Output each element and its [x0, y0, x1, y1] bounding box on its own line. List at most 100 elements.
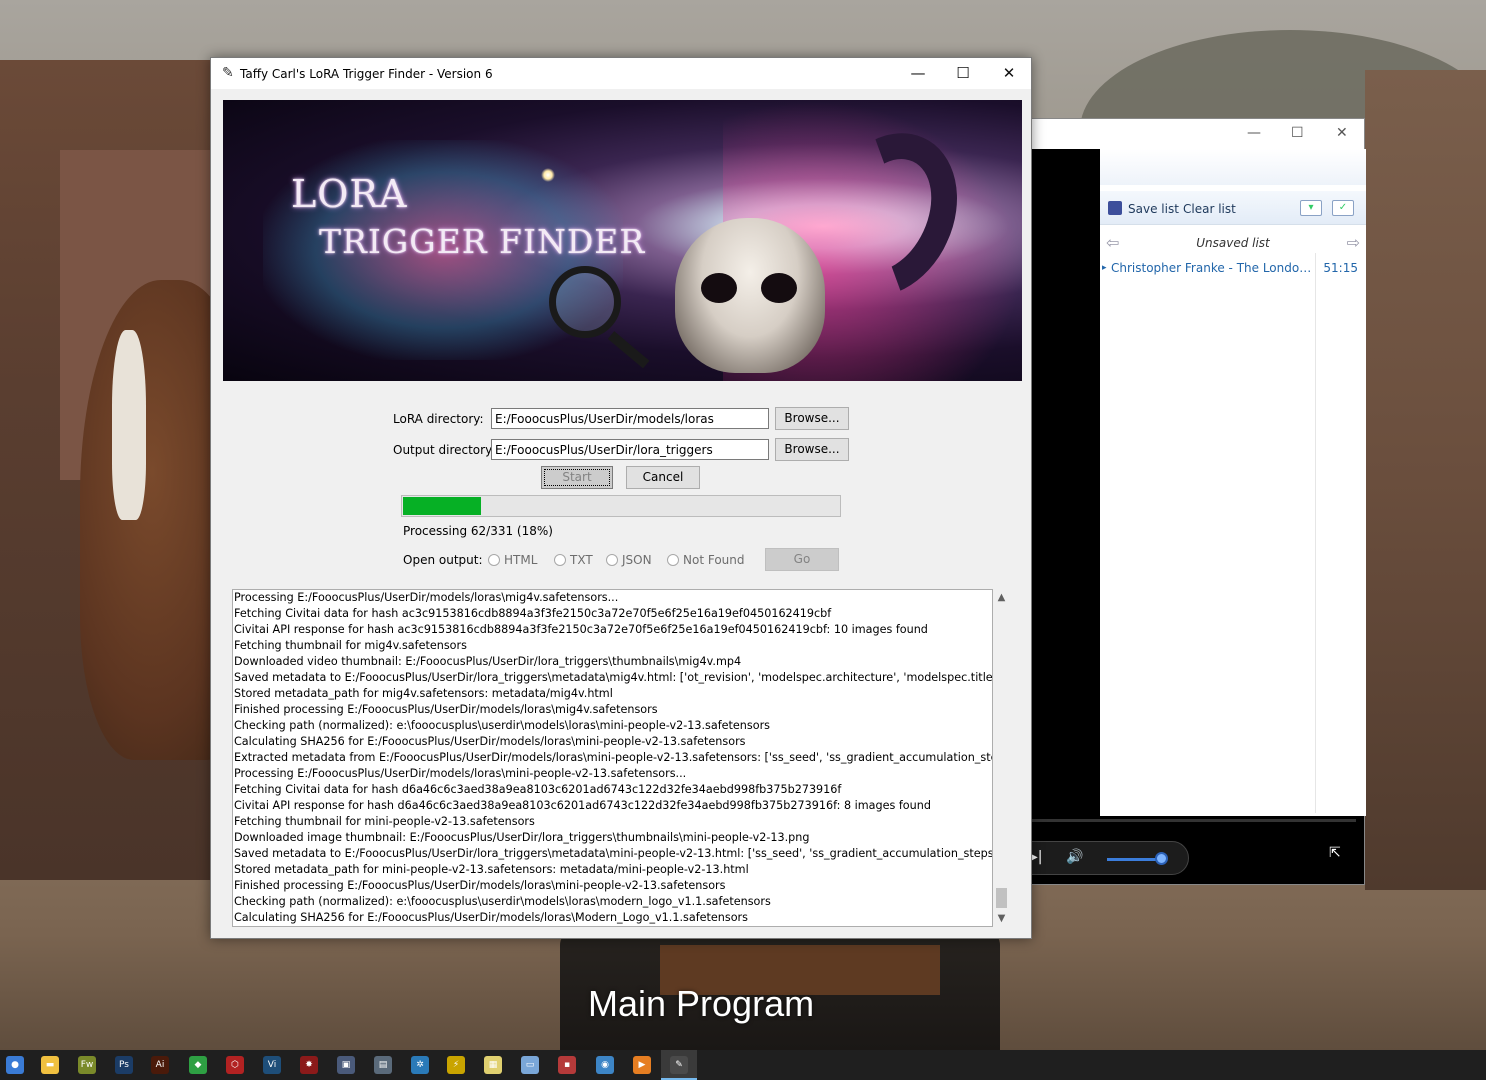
open-output-json-label: JSON: [622, 553, 652, 567]
track-duration: 51:15: [1323, 261, 1358, 275]
radio-dot-icon: [667, 554, 679, 566]
banner-logo-line1: LORA: [291, 172, 408, 216]
log-line: Downloaded image thumbnail: E:/FooocusPl…: [234, 831, 810, 844]
radio-dot-icon: [606, 554, 618, 566]
disk-icon[interactable]: ▣: [337, 1056, 355, 1074]
log-output-area[interactable]: Processing E:/FooocusPlus/UserDir/models…: [232, 589, 993, 927]
green-app-icon[interactable]: ◆: [189, 1056, 207, 1074]
output-directory-input[interactable]: [491, 439, 769, 460]
log-line: Checking path (normalized): e:\fooocuspl…: [234, 719, 770, 732]
start-button[interactable]: Start: [541, 466, 613, 489]
log-line: Processing E:/FooocusPlus/UserDir/models…: [234, 767, 687, 780]
go-button[interactable]: Go: [765, 548, 839, 571]
open-output-label: Open output:: [403, 553, 483, 567]
illustrator-icon[interactable]: Ai: [151, 1056, 169, 1074]
desktop-horse-blaze: [112, 330, 146, 520]
playlist-track-row[interactable]: ▸ Christopher Franke - The London Co... …: [1100, 261, 1366, 281]
lora-directory-browse-button[interactable]: Browse...: [775, 407, 849, 430]
player-playlist-pane: Save list Clear list ▾ ✓ ⇦ Unsaved list …: [1100, 149, 1366, 816]
log-line: Fetching Civitai data for hash ac3c91538…: [234, 607, 832, 620]
log-line: Processing E:/FooocusPlus/UserDir/models…: [234, 591, 619, 604]
lora-trigger-finder-window[interactable]: ✎ Taffy Carl's LoRA Trigger Finder - Ver…: [210, 57, 1032, 939]
output-directory-label: Output directory:: [393, 443, 496, 457]
yellow-bolt-icon[interactable]: ⚡: [447, 1056, 465, 1074]
log-line: Checking path (normalized): e:\fooocuspl…: [234, 895, 771, 908]
player-close-button[interactable]: ✕: [1336, 125, 1348, 141]
film-icon[interactable]: ▤: [374, 1056, 392, 1074]
track-name: Christopher Franke - The London Co...: [1111, 261, 1316, 275]
progress-status-text: Processing 62/331 (18%): [403, 524, 553, 538]
playlist-title: Unsaved list: [1196, 236, 1270, 250]
save-list-button[interactable]: Save list: [1128, 202, 1179, 216]
playlist-forward-icon[interactable]: ⇨: [1347, 233, 1360, 252]
open-output-html-label: HTML: [504, 553, 538, 567]
log-line: Calculating SHA256 for E:/FooocusPlus/Us…: [234, 911, 748, 924]
app-titlebar[interactable]: ✎ Taffy Carl's LoRA Trigger Finder - Ver…: [211, 58, 1031, 89]
log-scrollbar[interactable]: ▲ ▼: [993, 589, 1010, 927]
progress-bar: [401, 495, 841, 517]
playlist-column-divider: [1315, 253, 1316, 813]
player-minimize-button[interactable]: —: [1247, 125, 1261, 141]
open-output-not-found-radio[interactable]: Not Found: [667, 553, 744, 567]
cancel-button[interactable]: Cancel: [626, 466, 700, 489]
save-disk-icon[interactable]: ▪: [558, 1056, 576, 1074]
photoshop-icon[interactable]: Ps: [115, 1056, 133, 1074]
red-hex-app-icon[interactable]: ⬡: [226, 1056, 244, 1074]
playlist-toolbar: Save list Clear list ▾ ✓: [1100, 191, 1366, 225]
media-player-window[interactable]: — ☐ ✕ ⊞ Save list Clear list ▾ ✓ ⇦ Unsav…: [1020, 118, 1366, 885]
log-line: Calculating SHA256 for E:/FooocusPlus/Us…: [234, 735, 746, 748]
open-output-json-radio[interactable]: JSON: [606, 553, 652, 567]
maximize-button[interactable]: ☐: [940, 58, 986, 89]
globe-icon[interactable]: ◉: [596, 1056, 614, 1074]
lora-directory-label: LoRA directory:: [393, 412, 484, 426]
open-output-txt-radio[interactable]: TXT: [554, 553, 593, 567]
log-line: Extracted metadata from E:/FooocusPlus/U…: [234, 751, 993, 764]
log-line: Finished processing E:/FooocusPlus/UserD…: [234, 703, 658, 716]
track-expand-icon[interactable]: ▸: [1102, 263, 1107, 273]
terminal-icon[interactable]: ▭: [521, 1056, 539, 1074]
close-button[interactable]: ✕: [986, 58, 1032, 89]
log-line: Stored metadata_path for mig4v.safetenso…: [234, 687, 613, 700]
log-line: Fetching Civitai data for hash d6a46c6c3…: [234, 783, 842, 796]
visual-studio-icon[interactable]: Vi: [263, 1056, 281, 1074]
sort-options-icon[interactable]: ✓: [1332, 200, 1354, 216]
radio-dot-icon: [488, 554, 500, 566]
log-line: Downloaded video thumbnail: E:/FooocusPl…: [234, 655, 742, 668]
log-line: Stored metadata_path for mini-people-v2-…: [234, 863, 749, 876]
blue-gear-icon[interactable]: ✲: [411, 1056, 429, 1074]
list-options-icon[interactable]: ▾: [1300, 200, 1322, 216]
banner-skull: [675, 218, 825, 373]
feather-icon[interactable]: ✎: [670, 1056, 688, 1074]
open-output-html-radio[interactable]: HTML: [488, 553, 537, 567]
main-program-caption: Main Program: [588, 983, 815, 1024]
lora-directory-input[interactable]: [491, 408, 769, 429]
minimize-button[interactable]: —: [895, 58, 941, 89]
notepad-icon[interactable]: ▦: [484, 1056, 502, 1074]
log-line: Civitai API response for hash d6a46c6c3a…: [234, 799, 931, 812]
skull-eye-left: [701, 273, 737, 303]
media-player-icon[interactable]: ▶: [633, 1056, 651, 1074]
volume-slider[interactable]: [1107, 858, 1162, 861]
scroll-down-icon[interactable]: ▼: [993, 910, 1010, 927]
player-maximize-button[interactable]: ☐: [1291, 125, 1304, 141]
save-list-icon[interactable]: [1108, 201, 1122, 215]
file-explorer-icon[interactable]: ▬: [41, 1056, 59, 1074]
scroll-thumb[interactable]: [996, 888, 1007, 908]
output-directory-browse-button[interactable]: Browse...: [775, 438, 849, 461]
red-bug-icon[interactable]: ✸: [300, 1056, 318, 1074]
open-output-not-found-label: Not Found: [683, 553, 745, 567]
log-line: Saved metadata to E:/FooocusPlus/UserDir…: [234, 847, 993, 860]
volume-icon[interactable]: 🔊: [1066, 849, 1083, 865]
player-seek-bar[interactable]: [1021, 819, 1356, 822]
scroll-up-icon[interactable]: ▲: [993, 589, 1010, 606]
log-line: Fetching thumbnail for mini-people-v2-13…: [234, 815, 535, 828]
log-line: Fetching thumbnail for mig4v.safetensors: [234, 639, 467, 652]
fullscreen-icon[interactable]: ⇱: [1329, 845, 1341, 861]
windows-icon[interactable]: ●: [6, 1056, 24, 1074]
log-line: Civitai API response for hash ac3c915381…: [234, 623, 928, 636]
player-titlebar[interactable]: — ☐ ✕: [1021, 119, 1364, 149]
volume-slider-knob[interactable]: [1155, 852, 1169, 865]
banner-magnifying-glass: [549, 266, 621, 338]
fireworks-icon[interactable]: Fw: [78, 1056, 96, 1074]
clear-list-button[interactable]: Clear list: [1183, 202, 1236, 216]
